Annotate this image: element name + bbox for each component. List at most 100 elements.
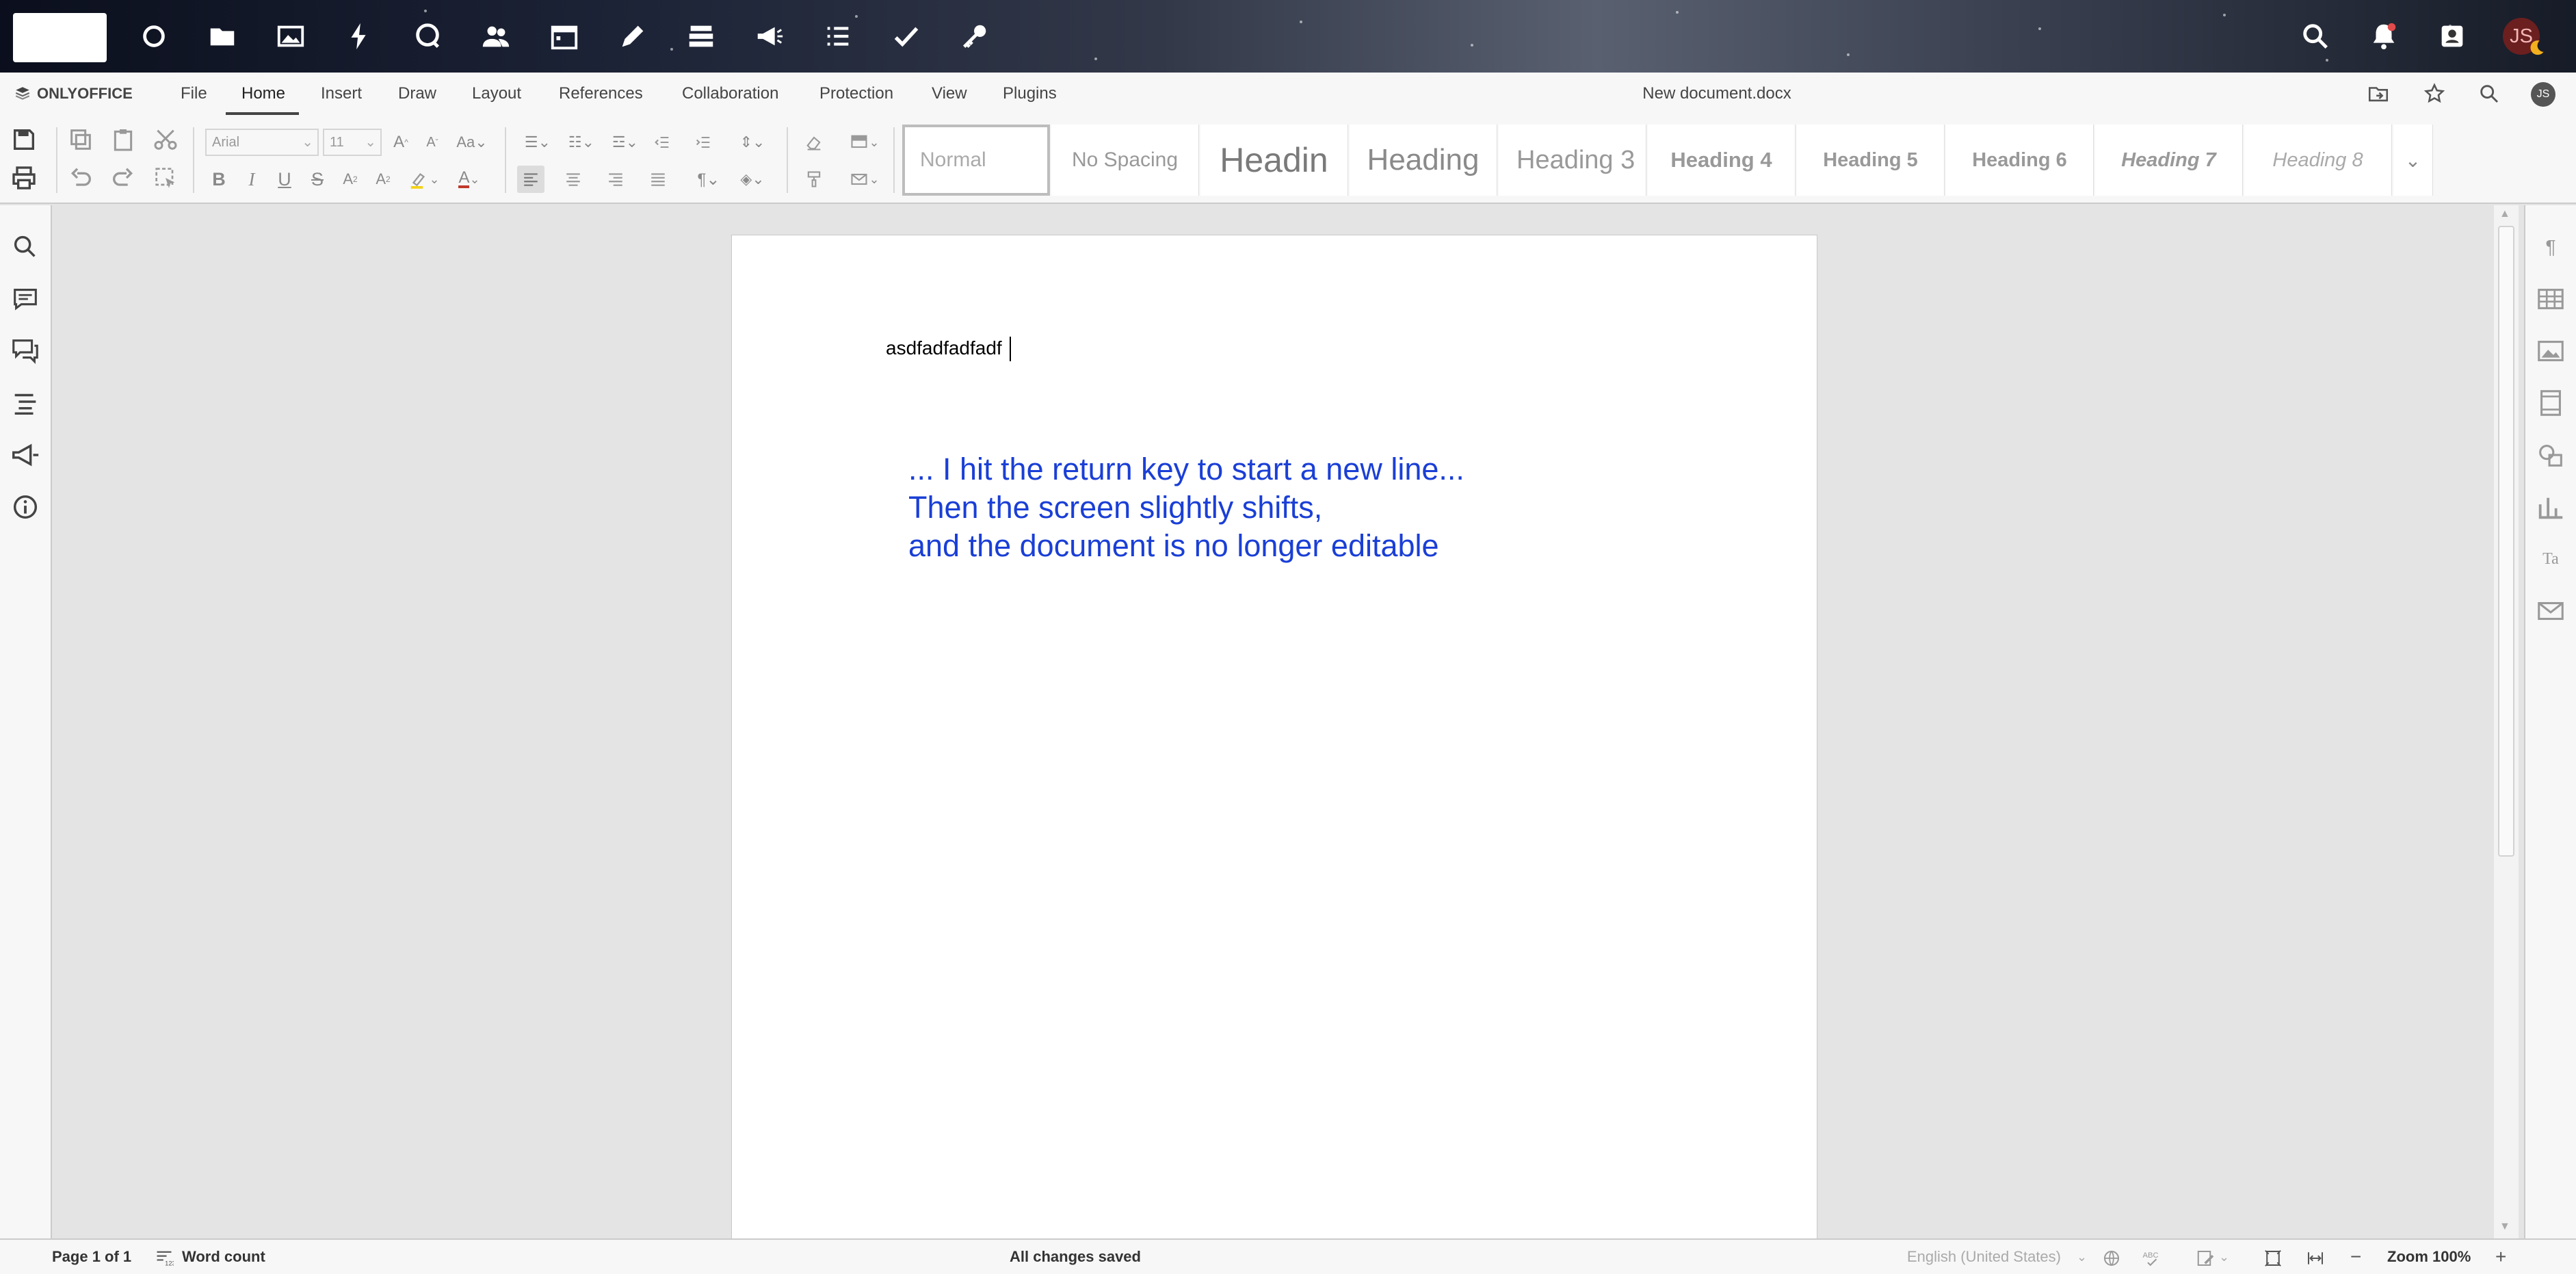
align-right-icon[interactable] bbox=[602, 166, 629, 193]
scrollbar-thumb[interactable] bbox=[2498, 226, 2514, 857]
search-icon[interactable] bbox=[2300, 21, 2331, 52]
styles-expand-chevron-icon[interactable]: ⌄ bbox=[2393, 125, 2433, 196]
menu-collaboration[interactable]: Collaboration bbox=[682, 73, 778, 115]
numbering-icon[interactable]: ☷⌄ bbox=[561, 129, 602, 156]
nonprinting-chars-icon[interactable]: ¶⌄ bbox=[688, 166, 729, 193]
menu-layout[interactable]: Layout bbox=[472, 73, 521, 115]
paragraph-shading-icon[interactable]: ◈⌄ bbox=[732, 166, 773, 193]
align-left-icon[interactable] bbox=[517, 166, 544, 193]
select-all-icon[interactable] bbox=[152, 164, 179, 192]
fit-width-icon[interactable] bbox=[2305, 1248, 2326, 1269]
checkmark-icon[interactable] bbox=[891, 21, 922, 52]
shape-settings-icon[interactable] bbox=[2535, 439, 2566, 471]
table-settings-icon[interactable] bbox=[2535, 283, 2566, 315]
copy-style-icon[interactable] bbox=[800, 166, 828, 193]
header-footer-settings-icon[interactable] bbox=[2535, 387, 2566, 419]
highlight-color-icon[interactable]: ⌄ bbox=[404, 166, 445, 193]
decrease-indent-icon[interactable] bbox=[648, 129, 676, 156]
menu-view[interactable]: View bbox=[932, 73, 967, 115]
open-location-icon[interactable] bbox=[2367, 82, 2390, 105]
paste-icon[interactable] bbox=[109, 126, 137, 153]
navigation-icon[interactable] bbox=[10, 387, 41, 419]
image-settings-icon[interactable] bbox=[2535, 335, 2566, 367]
print-icon[interactable] bbox=[10, 164, 38, 192]
document-page[interactable] bbox=[731, 235, 1817, 1240]
strikethrough-icon[interactable]: S bbox=[304, 166, 331, 193]
search-document-icon[interactable] bbox=[2478, 82, 2501, 105]
image-icon[interactable] bbox=[275, 21, 306, 52]
menu-plugins[interactable]: Plugins bbox=[1003, 73, 1057, 115]
page-indicator[interactable]: Page 1 of 1 bbox=[52, 1240, 131, 1274]
language-select[interactable]: English (United States) bbox=[1907, 1240, 2061, 1274]
menu-draw[interactable]: Draw bbox=[398, 73, 436, 115]
chat-icon[interactable] bbox=[10, 335, 41, 367]
word-count-label[interactable]: Word count bbox=[182, 1240, 265, 1274]
mail-merge-icon[interactable]: ⌄ bbox=[843, 166, 886, 193]
bullets-icon[interactable]: ☰⌄ bbox=[517, 129, 558, 156]
chevron-down-icon[interactable]: ⌄ bbox=[2219, 1240, 2229, 1274]
track-changes-icon[interactable] bbox=[2196, 1248, 2216, 1269]
zoom-in-icon[interactable]: + bbox=[2495, 1240, 2506, 1274]
style-heading-6[interactable]: Heading 6 bbox=[1946, 125, 2094, 196]
feedback-icon[interactable] bbox=[10, 439, 41, 471]
zoom-level[interactable]: Zoom 100% bbox=[2387, 1240, 2471, 1274]
bold-icon[interactable]: B bbox=[205, 166, 233, 193]
font-color-icon[interactable]: A ⌄ bbox=[449, 166, 490, 193]
folder-icon[interactable] bbox=[207, 21, 238, 52]
text-art-settings-icon[interactable]: Ta bbox=[2535, 543, 2566, 575]
font-name-select[interactable]: Arial ⌄ bbox=[205, 129, 319, 156]
line-spacing-icon[interactable]: ⇕⌄ bbox=[732, 129, 773, 156]
style-heading-4[interactable]: Heading 4 bbox=[1648, 125, 1796, 196]
copy-icon[interactable] bbox=[67, 126, 94, 153]
zoom-out-icon[interactable]: − bbox=[2350, 1240, 2361, 1274]
user-menu-icon[interactable] bbox=[2436, 21, 2468, 52]
announcements-icon[interactable] bbox=[754, 21, 785, 52]
circle-icon[interactable] bbox=[138, 21, 170, 52]
style-normal[interactable]: Normal bbox=[902, 125, 1050, 196]
activity-icon[interactable] bbox=[343, 21, 375, 52]
align-center-icon[interactable] bbox=[560, 166, 587, 193]
style-no-spacing[interactable]: No Spacing bbox=[1051, 125, 1199, 196]
style-heading-3[interactable]: Heading 3 bbox=[1499, 125, 1646, 196]
comments-icon[interactable] bbox=[10, 283, 41, 315]
scroll-up-arrow-icon[interactable]: ▲ bbox=[2499, 208, 2510, 220]
style-heading-1[interactable]: Headin bbox=[1200, 125, 1348, 196]
menu-file[interactable]: File bbox=[181, 73, 207, 115]
word-count-icon[interactable]: 123 bbox=[155, 1248, 174, 1267]
fit-page-icon[interactable] bbox=[2263, 1248, 2283, 1269]
scroll-down-arrow-icon[interactable]: ▼ bbox=[2499, 1221, 2510, 1233]
find-icon[interactable] bbox=[10, 231, 41, 263]
menu-references[interactable]: References bbox=[559, 73, 643, 115]
italic-icon[interactable]: I bbox=[238, 166, 265, 193]
deck-icon[interactable] bbox=[685, 21, 717, 52]
globe-icon[interactable] bbox=[2101, 1248, 2122, 1269]
redo-icon[interactable] bbox=[109, 164, 137, 192]
subscript-icon[interactable]: A2 bbox=[369, 166, 397, 193]
calendar-icon[interactable] bbox=[549, 21, 580, 52]
style-heading-8[interactable]: Heading 8 bbox=[2244, 125, 2392, 196]
superscript-icon[interactable]: A2 bbox=[337, 166, 364, 193]
about-info-icon[interactable] bbox=[10, 491, 41, 523]
style-heading-5[interactable]: Heading 5 bbox=[1797, 125, 1945, 196]
contacts-icon[interactable] bbox=[480, 21, 512, 52]
document-body-text[interactable]: asdfadfadfadf bbox=[886, 337, 1002, 359]
increase-indent-icon[interactable] bbox=[689, 129, 717, 156]
app-logo[interactable] bbox=[13, 13, 107, 62]
key-icon[interactable] bbox=[959, 21, 990, 52]
style-heading-2[interactable]: Heading bbox=[1350, 125, 1497, 196]
cut-icon[interactable] bbox=[152, 126, 179, 153]
paragraph-settings-icon[interactable]: ¶ bbox=[2535, 231, 2566, 263]
increase-font-icon[interactable]: A ^ bbox=[387, 129, 415, 156]
pencil-icon[interactable] bbox=[617, 21, 648, 52]
change-case-icon[interactable]: Aa⌄ bbox=[451, 129, 492, 156]
clear-style-icon[interactable] bbox=[800, 129, 828, 156]
talk-icon[interactable] bbox=[412, 21, 443, 52]
menu-protection[interactable]: Protection bbox=[819, 73, 893, 115]
multilevel-list-icon[interactable]: ☲⌄ bbox=[605, 129, 646, 156]
menu-home[interactable]: Home bbox=[241, 73, 285, 115]
user-avatar-small[interactable]: JS bbox=[2531, 82, 2555, 107]
mail-merge-settings-icon[interactable] bbox=[2535, 595, 2566, 627]
color-scheme-icon[interactable]: ⌄ bbox=[843, 129, 886, 156]
save-icon[interactable] bbox=[10, 126, 38, 153]
favorite-star-icon[interactable] bbox=[2423, 82, 2446, 105]
